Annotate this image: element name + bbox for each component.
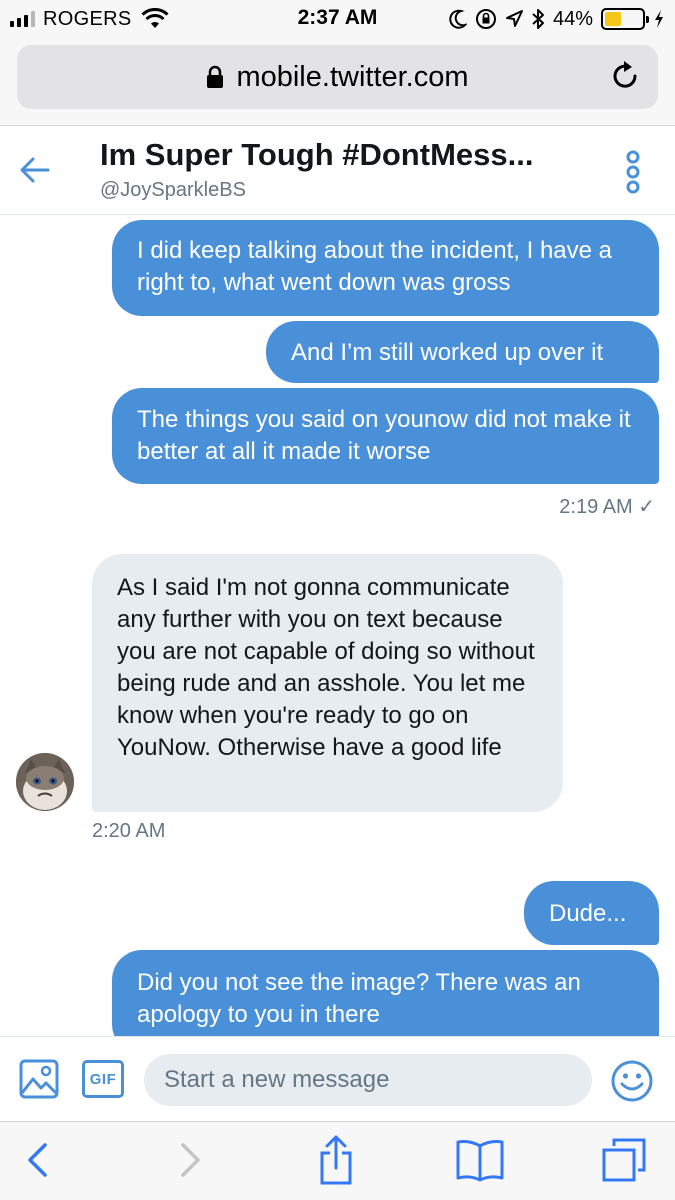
status-bar: ROGERS 2:37 AM 44% [0, 0, 675, 40]
back-chevron-icon [28, 1143, 47, 1177]
tabs-button[interactable] [598, 1134, 650, 1186]
conversation-handle: @JoySparkleBS [100, 179, 246, 201]
emoji-icon[interactable] [610, 1059, 654, 1103]
message-bubble-outgoing[interactable]: The things you said on younow did not ma… [112, 388, 659, 484]
url-text[interactable]: mobile.twitter.com [236, 61, 468, 94]
message-bubble-outgoing[interactable]: And I’m still worked up over it [266, 321, 659, 383]
location-icon [505, 10, 523, 27]
message-composer: GIF [0, 1036, 675, 1121]
avatar[interactable] [16, 753, 74, 811]
status-right: 44% [449, 6, 665, 32]
browser-toolbar [0, 1121, 675, 1200]
address-bar[interactable]: mobile.twitter.com [17, 45, 658, 109]
gif-button[interactable]: GIF [82, 1060, 124, 1098]
conversation-header: Im Super Tough #DontMess... @JoySparkleB… [0, 127, 675, 215]
moon-icon [449, 9, 467, 29]
browser-forward-button[interactable] [164, 1134, 216, 1186]
lock-icon [207, 65, 224, 88]
message-bubble-outgoing[interactable]: Dude... [524, 881, 659, 945]
tabs-icon [602, 1138, 646, 1182]
reload-icon[interactable] [608, 59, 642, 93]
more-vertical-icon[interactable] [620, 149, 646, 195]
battery-icon [601, 8, 649, 30]
message-timestamp: 2:19 AM ✓ [559, 496, 655, 518]
browser-back-button[interactable] [12, 1134, 64, 1186]
share-button[interactable] [310, 1134, 362, 1186]
bookmarks-button[interactable] [454, 1134, 506, 1186]
avatar-image [16, 753, 74, 811]
bluetooth-icon [532, 9, 544, 29]
share-icon [320, 1135, 352, 1185]
url-display[interactable]: mobile.twitter.com [17, 45, 658, 109]
back-arrow-icon[interactable] [18, 153, 52, 187]
message-thread[interactable]: I did keep talking about the incident, I… [0, 216, 675, 1036]
conversation-title: Im Super Tough #DontMess... [100, 137, 534, 172]
message-bubble-incoming[interactable]: As I said I'm not gonna communicate any … [92, 554, 563, 812]
image-icon[interactable] [19, 1059, 59, 1099]
rotation-lock-icon [475, 9, 496, 29]
charging-icon [655, 10, 663, 28]
message-bubble-outgoing[interactable]: I did keep talking about the incident, I… [112, 220, 659, 316]
message-bubble-outgoing[interactable]: Did you not see the image? There was an … [112, 950, 659, 1036]
message-input[interactable] [144, 1054, 592, 1106]
forward-chevron-icon [181, 1143, 200, 1177]
message-timestamp: 2:20 AM [92, 820, 166, 842]
battery-percent: 44% [552, 7, 593, 30]
battery-level [605, 12, 621, 26]
browser-address-area: mobile.twitter.com [0, 40, 675, 126]
bookmarks-icon [456, 1140, 504, 1182]
